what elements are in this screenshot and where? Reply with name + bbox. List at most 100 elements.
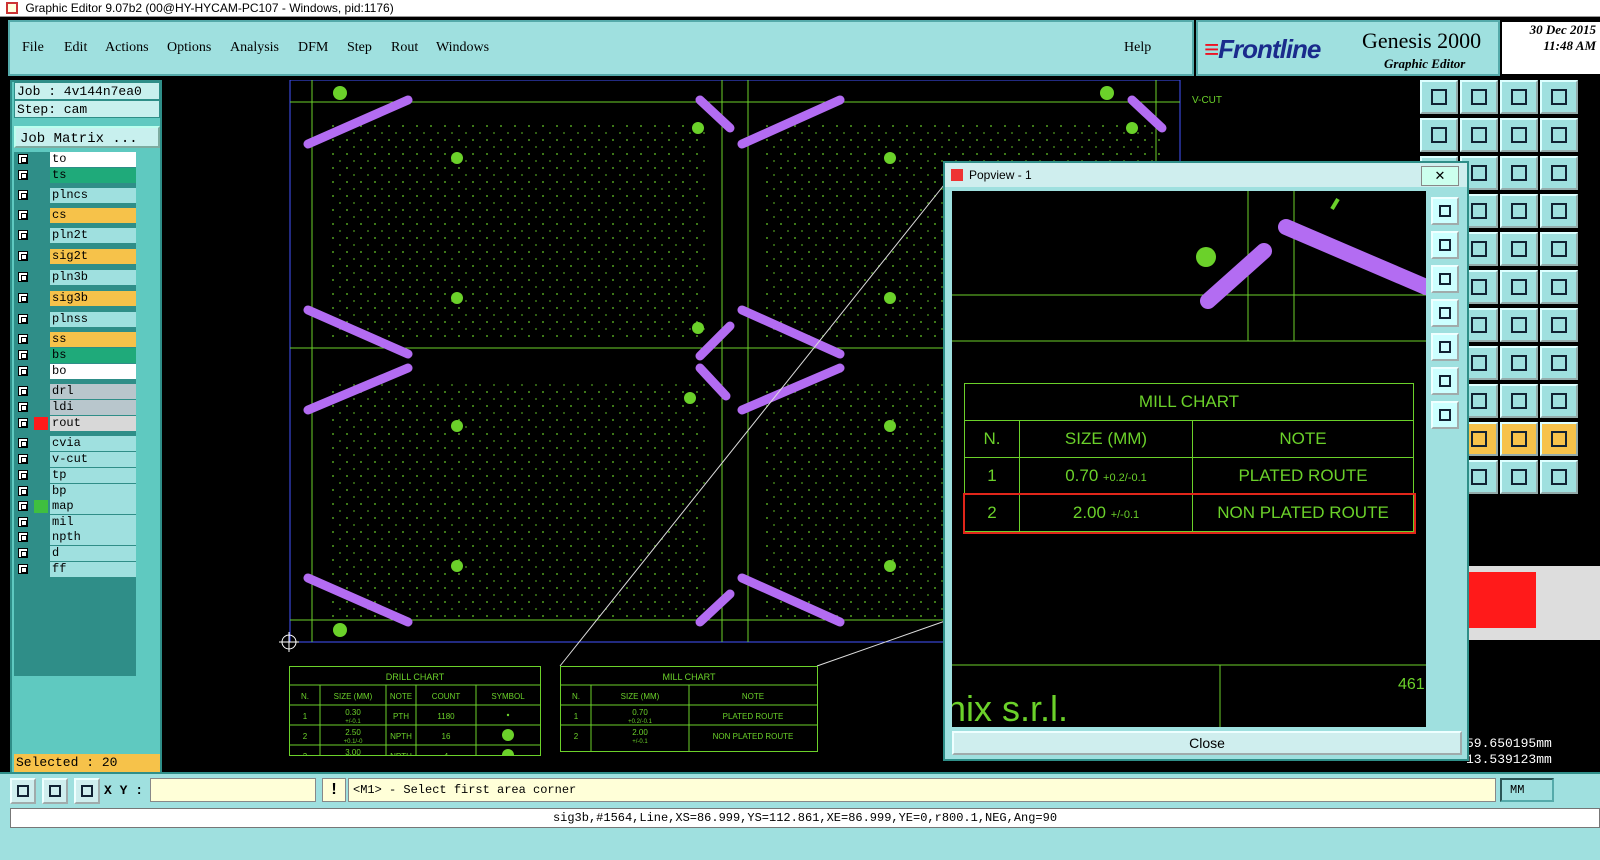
menu-step[interactable]: Step [347,40,372,56]
menu-windows[interactable]: Windows [436,40,489,56]
layer-row-cs[interactable]: cs [14,208,136,223]
tool-button-41-icon[interactable] [1500,460,1538,494]
menu-analysis[interactable]: Analysis [230,40,279,56]
layer-checkbox[interactable] [18,564,28,574]
layer-row-bp[interactable]: bp [14,484,136,499]
popview-canvas[interactable]: nix s.r.l. 461 MILL CHART N. SIZE (MM) N… [952,191,1426,727]
layer-checkbox[interactable] [18,314,28,324]
layer-name[interactable]: plncs [50,188,136,203]
layer-row-ff[interactable]: ff [14,562,136,577]
layer-checkbox[interactable] [18,272,28,282]
layer-row-rout[interactable]: rout [14,416,136,431]
snap-icon[interactable] [42,778,68,804]
tool-button-3-icon[interactable] [1500,80,1538,114]
tool-button-32-icon[interactable] [1540,346,1578,380]
layer-name[interactable]: bs [50,348,136,363]
menu-options[interactable]: Options [167,40,211,56]
menu-edit[interactable]: Edit [64,40,87,56]
layer-row-sig3b[interactable]: sig3b [14,291,136,306]
layer-name[interactable]: sig3b [50,291,136,306]
tool-button-31-icon[interactable] [1500,346,1538,380]
popview-pan-left-icon[interactable] [1431,299,1459,327]
xy-input[interactable] [150,778,316,802]
layer-row-to[interactable]: to [14,152,136,167]
layer-checkbox[interactable] [18,454,28,464]
popview-home-icon[interactable] [1431,367,1459,395]
layer-checkbox[interactable] [18,386,28,396]
layer-name[interactable]: rout [50,416,136,431]
tool-button-1-icon[interactable] [1420,80,1458,114]
tool-button-35-icon[interactable] [1500,384,1538,418]
tool-button-11-icon[interactable] [1500,156,1538,190]
grid-icon[interactable] [74,778,100,804]
tool-button-28-icon[interactable] [1540,308,1578,342]
layer-row-plnss[interactable]: plnss [14,312,136,327]
layer-row-bs[interactable]: bs [14,348,136,363]
layer-name[interactable]: npth [50,530,136,545]
tool-button-12-icon[interactable] [1540,156,1578,190]
tool-button-5-icon[interactable] [1420,118,1458,152]
tool-button-39-icon[interactable] [1540,422,1578,456]
menu-dfm[interactable]: DFM [298,40,328,56]
layer-name[interactable]: ss [50,332,136,347]
tool-button-16-icon[interactable] [1540,194,1578,228]
layer-checkbox[interactable] [18,154,28,164]
popview-zoom-in-icon[interactable] [1431,231,1459,259]
layer-row-d[interactable]: d [14,546,136,561]
layer-name[interactable]: bp [50,484,136,499]
layer-row-sig2t[interactable]: sig2t [14,249,136,264]
layer-checkbox[interactable] [18,486,28,496]
layer-name[interactable]: drl [50,384,136,399]
measure-icon[interactable] [10,778,36,804]
layer-checkbox[interactable] [18,251,28,261]
layer-name[interactable]: ts [50,168,136,183]
units-select[interactable]: MM [1500,778,1554,802]
layer-row-pln3b[interactable]: pln3b [14,270,136,285]
layer-name[interactable]: cs [50,208,136,223]
layer-row-drl[interactable]: drl [14,384,136,399]
layer-name[interactable]: v-cut [50,452,136,467]
layer-name[interactable]: ff [50,562,136,577]
layer-row-ss[interactable]: ss [14,332,136,347]
layer-checkbox[interactable] [18,470,28,480]
layer-row-ldi[interactable]: ldi [14,400,136,415]
tool-button-6-icon[interactable] [1460,118,1498,152]
layer-checkbox[interactable] [18,438,28,448]
layer-row-cvia[interactable]: cvia [14,436,136,451]
layer-checkbox[interactable] [18,350,28,360]
popview-pan-right-icon[interactable] [1431,333,1459,361]
layer-name[interactable]: mil [50,515,136,530]
layer-name[interactable]: to [50,152,136,167]
layer-name[interactable]: plnss [50,312,136,327]
layer-row-ts[interactable]: ts [14,168,136,183]
layer-name[interactable]: cvia [50,436,136,451]
tool-button-27-icon[interactable] [1500,308,1538,342]
popview-close-icon[interactable]: ✕ [1421,166,1459,186]
layer-checkbox[interactable] [18,418,28,428]
layer-name[interactable]: d [50,546,136,561]
popview-fit-icon[interactable] [1431,197,1459,225]
layer-name[interactable]: sig2t [50,249,136,264]
layer-row-pln2t[interactable]: pln2t [14,228,136,243]
menu-rout[interactable]: Rout [391,40,418,56]
tool-button-15-icon[interactable] [1500,194,1538,228]
tool-button-23-icon[interactable] [1500,270,1538,304]
layer-checkbox[interactable] [18,402,28,412]
layer-checkbox[interactable] [18,210,28,220]
menu-file[interactable]: File [22,40,44,56]
layer-checkbox[interactable] [18,532,28,542]
tool-button-38-icon[interactable] [1500,422,1538,456]
color-swatch[interactable] [1466,572,1536,628]
tool-button-2-icon[interactable] [1460,80,1498,114]
layer-row-plncs[interactable]: plncs [14,188,136,203]
layer-checkbox[interactable] [18,334,28,344]
layer-name[interactable]: map [50,499,136,514]
layer-row-map[interactable]: map [14,499,136,514]
layer-row-v-cut[interactable]: v-cut [14,452,136,467]
layer-checkbox[interactable] [18,170,28,180]
layer-row-bo[interactable]: bo [14,364,136,379]
layer-checkbox[interactable] [18,293,28,303]
layer-checkbox[interactable] [18,517,28,527]
tool-button-19-icon[interactable] [1500,232,1538,266]
layer-checkbox[interactable] [18,501,28,511]
